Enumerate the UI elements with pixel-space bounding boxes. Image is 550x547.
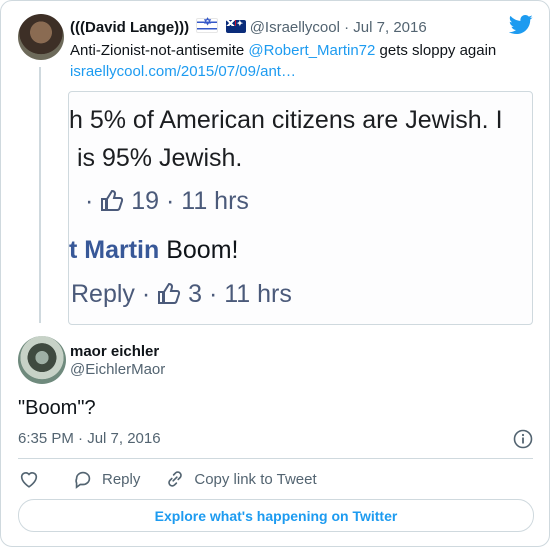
- israel-flag-icon: [196, 17, 219, 33]
- copy-link-button[interactable]: Copy link to Tweet: [164, 468, 317, 490]
- separator-dot: ·: [344, 19, 354, 36]
- link-icon: [168, 471, 183, 487]
- avatar[interactable]: [18, 14, 64, 60]
- tweet-text: "Boom"?: [18, 397, 96, 419]
- like-count: 3: [188, 280, 202, 308]
- copy-link-label: Copy link to Tweet: [194, 470, 317, 488]
- preview-line-4: t Martin Boom!: [69, 236, 238, 265]
- quoted-tweet-text: Anti-Zionist-not-antisemite @Robert_Mart…: [70, 42, 497, 80]
- reply-button[interactable]: Reply: [72, 468, 140, 490]
- reply-label: Reply: [102, 470, 141, 488]
- author-handle[interactable]: @EichlerMaor: [70, 361, 165, 378]
- preview-line-2: is 95% Jewish.: [77, 144, 243, 172]
- article-link[interactable]: israellycool.com/2015/07/09/ant…: [70, 63, 296, 80]
- reply-text: Reply ·: [71, 280, 151, 308]
- thumbs-up-icon: [158, 282, 181, 304]
- tweet-embed-card: (((David Lange))) @Israellycool · Jul 7,…: [0, 0, 550, 547]
- commenter-name: t Martin: [69, 236, 160, 264]
- heart-icon: [20, 472, 38, 488]
- time-ago: · 11 hrs: [208, 280, 292, 308]
- author-name[interactable]: maor eichler: [70, 343, 159, 360]
- preview-line-1: h 5% of American citizens are Jewish. I: [69, 106, 503, 134]
- thread-connector: [39, 67, 41, 323]
- comment-text: Boom!: [159, 236, 239, 264]
- preview-line-5: Reply · 3 · 11 hrs: [71, 280, 292, 309]
- preview-line-3: · 19 · 11 hrs: [85, 187, 249, 215]
- thumbs-up-icon: [101, 189, 124, 211]
- australia-flag-icon: [225, 19, 246, 33]
- like-button[interactable]: [18, 468, 48, 490]
- tweet-date[interactable]: Jul 7, 2016: [353, 19, 426, 36]
- action-bar: Reply Copy link to Tweet: [18, 467, 341, 491]
- tweet-timestamp[interactable]: 6:35 PM · Jul 7, 2016: [18, 430, 161, 447]
- media-preview[interactable]: h 5% of American citizens are Jewish. I …: [68, 91, 533, 325]
- twitter-logo-icon[interactable]: [509, 15, 533, 35]
- mention-link[interactable]: @Robert_Martin72: [248, 42, 375, 59]
- like-count: 19: [131, 187, 160, 215]
- quoted-author-row[interactable]: (((David Lange))) @Israellycool · Jul 7,…: [70, 17, 427, 36]
- explore-twitter-button[interactable]: Explore what's happening on Twitter: [18, 499, 534, 532]
- author-handle[interactable]: @Israellycool: [250, 19, 340, 36]
- divider: [18, 458, 533, 459]
- reply-bubble-icon: [75, 471, 91, 489]
- author-name[interactable]: (((David Lange))): [70, 19, 189, 36]
- info-icon[interactable]: [513, 429, 533, 449]
- time-ago: · 11 hrs: [166, 187, 249, 215]
- avatar[interactable]: [18, 336, 66, 384]
